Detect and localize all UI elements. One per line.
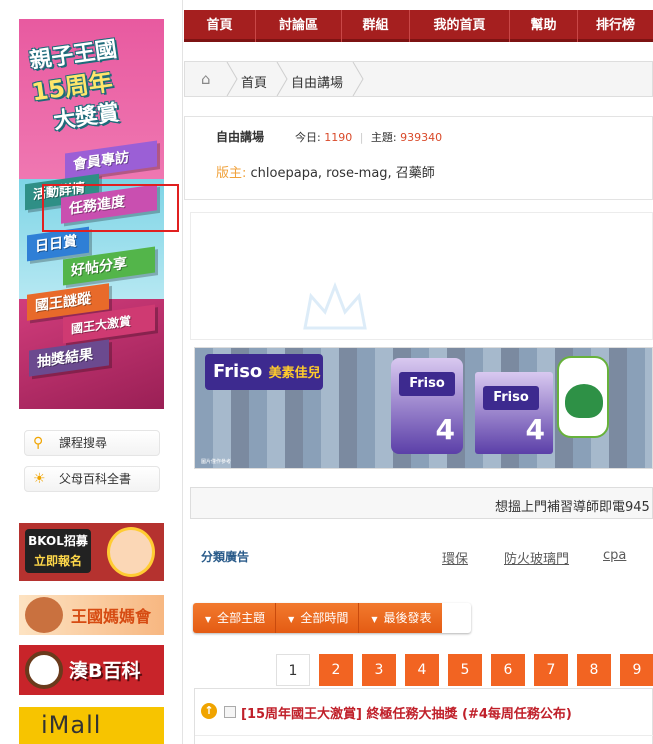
imall-ad[interactable]: iMall xyxy=(19,707,164,744)
shield-icon xyxy=(565,384,603,418)
nav-groups[interactable]: 群組 xyxy=(342,10,410,42)
moms-club-label: 王國媽媽會 xyxy=(71,607,152,626)
topics-label: 主題: xyxy=(370,131,401,144)
forum-info: 自由講場 今日: 1190 | 主題: 939340 版主: chloepapa… xyxy=(184,116,653,200)
friso-box-label: Friso xyxy=(483,386,539,410)
thread-row[interactable]: ↑ [15周年國王大激賞] 終極任務大抽獎 (#4每周任務公布) xyxy=(194,688,653,744)
filter-last-post[interactable]: ▼ 最後發表 xyxy=(359,603,442,633)
crown-watermark-icon xyxy=(303,281,367,330)
page-4[interactable]: 4 xyxy=(405,654,439,686)
filter-all-topics[interactable]: ▼ 全部主題 xyxy=(193,603,277,633)
filter-all-topics-label: 全部主題 xyxy=(217,611,266,625)
mascot-icon xyxy=(107,527,155,577)
page-6[interactable]: 6 xyxy=(491,654,525,686)
baby-wiki-ad[interactable]: 湊B百科 xyxy=(19,645,164,695)
friso-logo: Friso 美素佳兒 xyxy=(205,354,323,390)
filter-all-time-label: 全部時間 xyxy=(300,611,349,625)
filter-all-time[interactable]: ▼ 全部時間 xyxy=(276,603,360,633)
friso-can-stage: 4 xyxy=(435,413,455,446)
top-nav: 首頁 討論區 群組 我的首頁 幫助 排行榜 xyxy=(184,10,653,42)
nav-forums[interactable]: 討論區 xyxy=(256,10,342,42)
row-divider xyxy=(195,735,653,736)
course-search-link[interactable]: ⚲ 課程搜尋 xyxy=(24,430,160,456)
magnifier-icon xyxy=(25,651,63,689)
page: 親子王國 15周年 大獎賞 會員專訪 活動詳情 任務進度 日日賞 好帖分享 國王… xyxy=(0,0,653,744)
main-content: 首頁 討論區 群組 我的首頁 幫助 排行榜 ⌂ 首頁 自由講場 自由講場 今日:… xyxy=(184,0,653,744)
bkol-ad-text: BKOL招募 立即報名 xyxy=(25,529,91,573)
thread-checkbox[interactable] xyxy=(224,706,236,718)
filter-last-post-label: 最後發表 xyxy=(383,611,432,625)
breadcrumb-forum[interactable]: 自由講場 xyxy=(291,72,343,91)
friso-brand-cn: 美素佳兒 xyxy=(268,366,321,381)
lightbulb-icon: ☀ xyxy=(33,471,46,487)
parent-encyclopedia-label: 父母百科全書 xyxy=(59,472,132,486)
breadcrumb-separator-icon xyxy=(352,62,364,96)
classified-label: 分類廣告 xyxy=(201,550,250,564)
nav-my-home[interactable]: 我的首頁 xyxy=(410,10,510,42)
friso-box-stage: 4 xyxy=(525,413,545,446)
moderators-label: 版主: xyxy=(216,166,247,181)
pagination: 1 2 3 4 5 6 7 8 9 xyxy=(276,654,653,686)
breadcrumb-separator-icon xyxy=(226,62,238,96)
bkol-ad-line2: 立即報名 xyxy=(33,554,82,568)
mom-avatar-icon xyxy=(25,597,63,633)
breadcrumb-separator-icon xyxy=(276,62,288,96)
moms-club-ad[interactable]: 王國媽媽會 xyxy=(19,595,164,635)
ticker-text[interactable]: 想搵上門補習導師即電945 xyxy=(495,496,650,515)
topics-count: 939340 xyxy=(400,131,443,144)
page-8[interactable]: 8 xyxy=(577,654,611,686)
chevron-down-icon: ▼ xyxy=(288,615,295,624)
course-search-label: 課程搜尋 xyxy=(59,436,108,450)
classified-link-firedoor[interactable]: 防火玻璃門 xyxy=(504,548,569,567)
nav-home[interactable]: 首頁 xyxy=(184,10,256,42)
natural-badge-icon xyxy=(557,356,609,438)
friso-box: Friso 4 xyxy=(475,372,553,454)
friso-can-gold: Friso 4 xyxy=(391,358,463,454)
pinned-thread-icon: ↑ xyxy=(201,703,217,719)
stat-separator: | xyxy=(359,131,364,144)
parent-encyclopedia-link[interactable]: ☀ 父母百科全書 xyxy=(24,466,160,492)
bkol-recruit-ad[interactable]: BKOL招募 立即報名 xyxy=(19,523,164,581)
classified-link-eco[interactable]: 環保 xyxy=(442,548,468,567)
left-sidebar: 親子王國 15周年 大獎賞 會員專訪 活動詳情 任務進度 日日賞 好帖分享 國王… xyxy=(0,0,183,744)
chevron-down-icon: ▼ xyxy=(371,615,378,624)
friso-brand: Friso xyxy=(213,361,263,382)
friso-fine-print: 圖片僅作參考 xyxy=(201,459,232,465)
baby-wiki-label: 湊B百科 xyxy=(69,660,141,682)
moderators: 版主: chloepapa, rose-mag, 召藥師 xyxy=(216,162,435,181)
nav-help[interactable]: 幫助 xyxy=(510,10,578,42)
breadcrumb: ⌂ 首頁 自由講場 xyxy=(184,61,653,97)
page-7[interactable]: 7 xyxy=(534,654,568,686)
home-icon[interactable]: ⌂ xyxy=(201,71,217,87)
page-2[interactable]: 2 xyxy=(319,654,353,686)
friso-ad-banner[interactable]: Friso 美素佳兒 Friso 4 Friso 4 圖片僅作參考 xyxy=(194,347,653,469)
page-3[interactable]: 3 xyxy=(362,654,396,686)
moderators-list[interactable]: chloepapa, rose-mag, 召藥師 xyxy=(246,166,435,181)
page-9[interactable]: 9 xyxy=(620,654,653,686)
key-icon: ⚲ xyxy=(33,435,44,451)
thread-filters: ▼ 全部主題 ▼ 全部時間 ▼ 最後發表 xyxy=(193,603,471,633)
breadcrumb-home[interactable]: 首頁 xyxy=(241,72,267,91)
forum-stats: 今日: 1190 | 主題: 939340 xyxy=(295,129,442,145)
forum-name: 自由講場 xyxy=(216,130,265,144)
nav-rankings[interactable]: 排行榜 xyxy=(578,10,653,42)
friso-can-label: Friso xyxy=(399,372,455,396)
page-1[interactable]: 1 xyxy=(276,654,310,686)
today-label: 今日: xyxy=(295,131,325,144)
bkol-ad-line1: BKOL招募 xyxy=(28,534,88,548)
classified-link-cpa[interactable]: cpa xyxy=(603,548,626,563)
imall-label: iMall xyxy=(41,711,102,739)
classified-ads: 分類廣告 環保 防火玻璃門 cpa xyxy=(184,545,653,567)
text-ad-ticker[interactable]: 想搵上門補習導師即電945 xyxy=(190,487,653,519)
chevron-down-icon: ▼ xyxy=(205,615,212,624)
today-count: 1190 xyxy=(324,131,353,144)
thread-title[interactable]: [15周年國王大激賞] 終極任務大抽獎 (#4每周任務公布) xyxy=(241,703,572,722)
ad-placeholder xyxy=(190,212,653,340)
highlight-box xyxy=(42,184,179,232)
page-5[interactable]: 5 xyxy=(448,654,482,686)
